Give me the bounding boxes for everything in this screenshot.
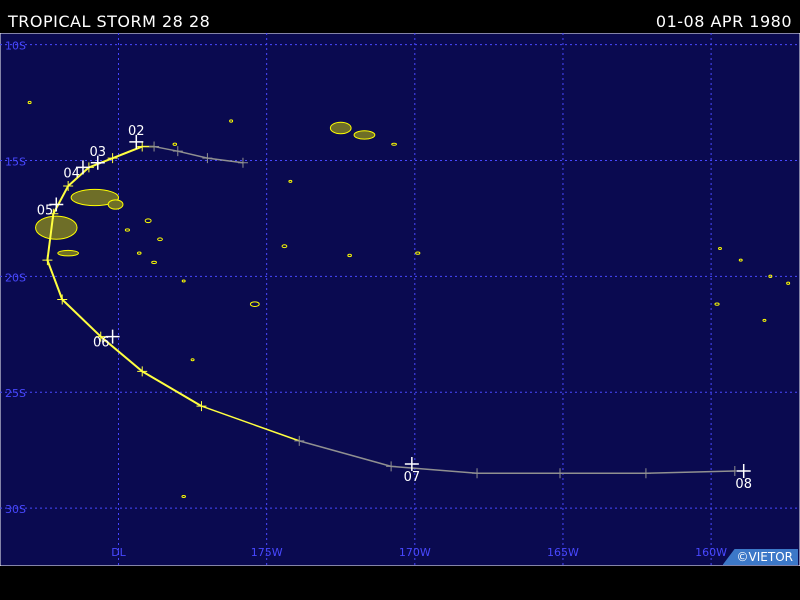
track-map: 02030405060708 10S15S20S25S30S175EDL175W…	[0, 33, 800, 566]
lat-label-4: 30S	[5, 503, 26, 516]
lon-label-3: 170W	[399, 546, 431, 559]
date-range: 01-08 APR 1980	[655, 12, 792, 31]
island-kadavu	[57, 249, 80, 257]
day-marker-label-07: 07	[404, 470, 421, 485]
day-marker-label-02: 02	[128, 124, 145, 139]
credit-badge: ©VIETOR	[722, 549, 798, 565]
lat-label-3: 25S	[5, 387, 26, 400]
island-savaii	[329, 121, 352, 135]
day-marker-label-08: 08	[735, 477, 752, 492]
ocean-background	[0, 33, 800, 566]
island-taveuni	[107, 199, 124, 210]
lon-label-4: 165W	[547, 546, 579, 559]
day-marker-label-06: 06	[93, 336, 110, 351]
lat-label-0: 10S	[5, 40, 26, 53]
day-marker-label-03: 03	[90, 145, 107, 160]
lat-label-2: 20S	[5, 271, 26, 284]
island-upolu	[353, 130, 376, 140]
lon-label-2: 175W	[251, 546, 283, 559]
island-viti-levu	[35, 215, 78, 240]
lon-label-5: 160W	[695, 546, 727, 559]
storm-title: TROPICAL STORM 28 28	[8, 12, 211, 31]
day-marker-label-04: 04	[63, 166, 80, 181]
lat-label-1: 15S	[5, 155, 26, 168]
lon-label-1: DL	[111, 546, 126, 559]
day-marker-label-05: 05	[37, 203, 54, 218]
